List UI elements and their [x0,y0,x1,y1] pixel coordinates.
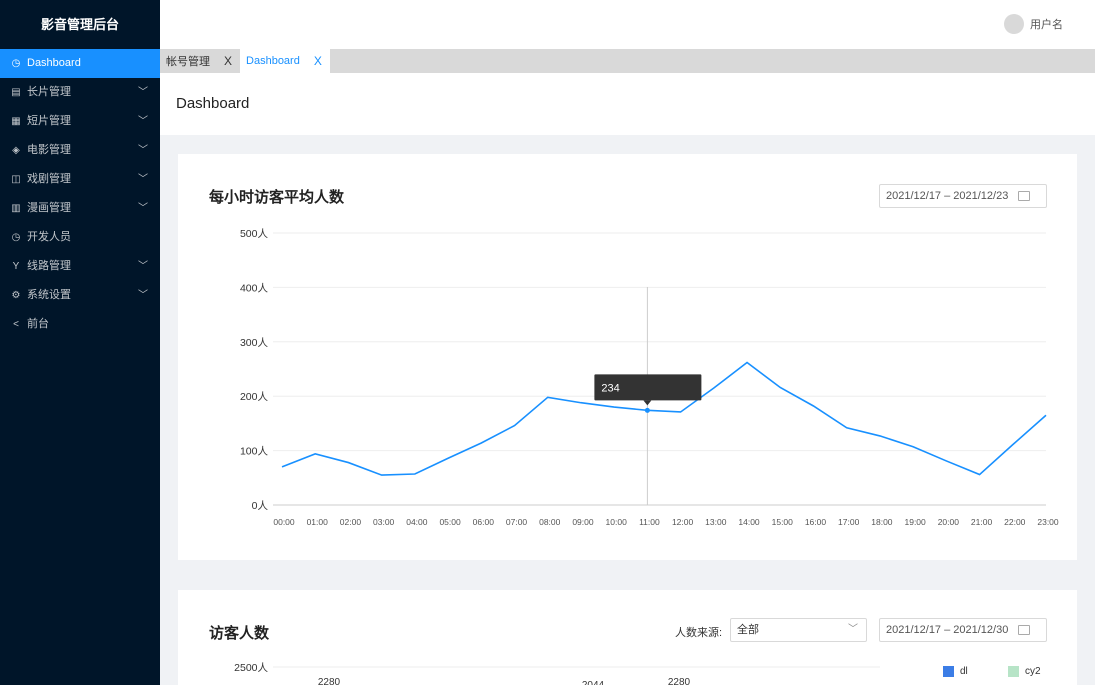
tooltip-value: 234 [601,382,619,394]
sidebar-item-label: 长片管理 [27,86,71,98]
hourly-visitors-card: 每小时访客平均人数 2021/12/17 – 2021/12/23 0人 100人… [178,154,1077,560]
x-tick-label: 02:00 [340,517,362,527]
tab-bar: 帐号管理 X Dashboard X [160,49,1095,73]
x-tick-label: 18:00 [871,517,893,527]
sidebar-item-3[interactable]: ◈ 电影管理 ﹀ [0,136,160,165]
legend-item-cy2[interactable]: cy2 [1008,666,1041,677]
chevron-down-icon: ﹀ [138,174,148,185]
x-tick-label: 22:00 [1004,517,1026,527]
sidebar-item-label: 前台 [27,318,49,330]
chevron-down-icon: ﹀ [138,261,148,272]
y-tick-label: 100人 [240,446,269,458]
sidebar-item-7[interactable]: Y 线路管理 ﹀ [0,252,160,281]
y-tick-label: 500人 [240,228,269,240]
visitors-card: 访客人数 人数来源: 全部 ﹀ 2021/12/17 – 2021/12/30 … [178,590,1077,685]
sidebar-item-label: 漫画管理 [27,202,71,214]
bar-value-label: 2044 [582,680,605,685]
bar-value-label: 2280 [668,677,691,685]
y-tick-label: 400人 [240,282,269,294]
book-icon: ▥ [11,203,21,214]
legend-swatch [943,666,954,677]
branch-icon: Y [12,261,20,272]
y-tick-label: 0人 [252,500,269,512]
x-tick-label: 05:00 [439,517,461,527]
sidebar-item-label: 开发人员 [27,231,71,243]
sidebar-item-label: 短片管理 [27,115,71,127]
avatar[interactable] [1004,14,1024,34]
legend-swatch [1008,666,1019,677]
chevron-down-icon: ﹀ [138,116,148,127]
x-tick-label: 07:00 [506,517,528,527]
x-tick-label: 01:00 [307,517,329,527]
tab-label: 帐号管理 [166,56,210,68]
dashboard-icon: ◷ [11,58,21,69]
clapper-icon: ▦ [11,116,21,127]
sidebar-item-4[interactable]: ◫ 戏剧管理 ﹀ [0,165,160,194]
sidebar-item-8[interactable]: ⚙ 系统设置 ﹀ [0,281,160,310]
legend-label: dl [960,666,968,677]
sidebar-item-6[interactable]: ◷ 开发人员 [0,223,160,252]
sidebar-item-5[interactable]: ▥ 漫画管理 ﹀ [0,194,160,223]
sidebar-item-2[interactable]: ▦ 短片管理 ﹀ [0,107,160,136]
data-point[interactable] [644,407,650,413]
x-tick-label: 12:00 [672,517,694,527]
chevron-down-icon: ﹀ [138,290,148,301]
page-title: Dashboard [160,73,1095,135]
close-icon[interactable]: X [224,54,232,68]
x-tick-label: 10:00 [606,517,628,527]
x-tick-label: 16:00 [805,517,827,527]
y-tick-label: 2500人 [234,662,268,674]
x-tick-label: 17:00 [838,517,860,527]
x-tick-label: 14:00 [738,517,760,527]
legend-item-dl[interactable]: dl [943,666,968,677]
sidebar: 影音管理后台 ◷ Dashboard ▤ 长片管理 ﹀ ▦ 短片管理 ﹀ ◈ 电影管理 ﹀ ◫ 戏剧管理… [0,0,160,685]
hourly-visitors-chart[interactable]: 0人 100人 200人 300人 400人 500人 00:00 01:00 02:00 03:… [178,154,1077,560]
x-tick-label: 04:00 [406,517,428,527]
legend-label: cy2 [1025,666,1041,677]
developer-icon: ◷ [11,232,21,243]
sidebar-item-label: 戏剧管理 [27,173,71,185]
ticket-icon: ◈ [12,145,20,156]
sidebar-item-label: 系统设置 [27,289,71,301]
chevron-down-icon: ﹀ [138,203,148,214]
x-tick-label: 00:00 [273,517,295,527]
back-icon: < [13,319,19,330]
x-tick-label: 13:00 [705,517,727,527]
sidebar-item-1[interactable]: ▤ 长片管理 ﹀ [0,78,160,107]
chevron-down-icon: ﹀ [138,145,148,156]
user-menu[interactable]: 用户名 [1004,14,1063,34]
x-tick-label: 15:00 [772,517,794,527]
sidebar-item-0[interactable]: ◷ Dashboard [0,49,160,78]
x-tick-label: 11:00 [639,517,660,527]
bar-value-label: 2280 [318,677,341,685]
x-tick-label: 19:00 [904,517,926,527]
y-tick-label: 300人 [240,337,269,349]
x-tick-label: 23:00 [1037,517,1059,527]
x-tick-label: 20:00 [938,517,960,527]
sidebar-menu: ◷ Dashboard ▤ 长片管理 ﹀ ▦ 短片管理 ﹀ ◈ 电影管理 ﹀ ◫ 戏剧管理 ﹀ ▥ 漫画管理 ﹀… [0,49,160,339]
user-name[interactable]: 用户名 [1030,16,1063,32]
x-tick-label: 03:00 [373,517,395,527]
top-header: 用户名 [160,0,1095,49]
x-tick-label: 09:00 [572,517,594,527]
close-icon[interactable]: X [314,54,322,68]
app-title: 影音管理后台 [40,17,119,32]
tab-label: Dashboard [246,55,300,67]
sidebar-item-label: Dashboard [27,57,81,69]
x-tick-label: 21:00 [971,517,993,527]
sidebar-item-label: 线路管理 [27,260,71,272]
film-icon: ▤ [11,87,21,98]
x-tick-label: 06:00 [473,517,495,527]
sidebar-item-label: 电影管理 [27,144,71,156]
sidebar-item-9[interactable]: < 前台 [0,310,160,339]
tab-0[interactable]: 帐号管理 X [160,49,240,73]
y-tick-label: 200人 [240,391,269,403]
gear-icon: ⚙ [11,290,21,301]
tooltip-arrow [643,400,652,406]
tv-icon: ◫ [11,174,21,185]
x-tick-label: 08:00 [539,517,561,527]
chevron-down-icon: ﹀ [138,87,148,98]
tab-1[interactable]: Dashboard X [240,49,330,73]
